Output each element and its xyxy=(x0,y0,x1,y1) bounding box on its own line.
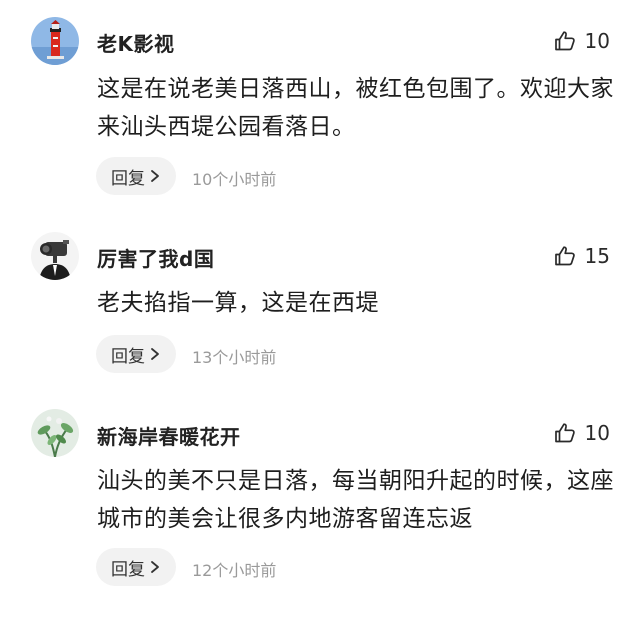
thumbs-up-icon xyxy=(554,31,575,51)
reply-label: 回复 xyxy=(111,168,145,189)
like-button[interactable]: 10 xyxy=(553,28,610,54)
avatar[interactable] xyxy=(31,17,79,65)
chevron-right-icon xyxy=(151,348,159,360)
reply-label: 回复 xyxy=(111,559,145,580)
timestamp: 13个小时前 xyxy=(192,348,277,367)
username[interactable]: 新海岸春暖花开 xyxy=(97,421,241,450)
thumbs-up-icon xyxy=(554,423,575,443)
thumbs-up-icon xyxy=(554,246,575,266)
avatar[interactable] xyxy=(31,409,79,457)
camera-head-avatar-icon xyxy=(31,232,79,280)
comment-text: 汕头的美不只是日落，每当朝阳升起的时候，这座城市的美会让很多内地游客留连忘返 xyxy=(97,468,614,532)
like-count: 15 xyxy=(584,244,610,268)
chevron-right-icon xyxy=(151,561,159,573)
avatar[interactable] xyxy=(31,232,79,280)
reply-button[interactable]: 回复 xyxy=(96,548,176,586)
chevron-right-icon xyxy=(151,170,159,182)
username[interactable]: 老K影视 xyxy=(97,28,175,57)
like-count: 10 xyxy=(584,421,610,445)
reply-button[interactable]: 回复 xyxy=(96,335,176,373)
comment-text: 这是在说老美日落西山，被红色包围了。欢迎大家来汕头西堤公园看落日。 xyxy=(97,76,614,140)
timestamp: 10个小时前 xyxy=(192,170,277,189)
like-button[interactable]: 10 xyxy=(553,420,610,446)
timestamp: 12个小时前 xyxy=(192,561,277,580)
lighthouse-avatar-icon xyxy=(31,17,79,65)
reply-button[interactable]: 回复 xyxy=(96,157,176,195)
plant-avatar-icon xyxy=(31,409,79,457)
reply-label: 回复 xyxy=(111,346,145,367)
comment-text: 老夫掐指一算，这是在西堤 xyxy=(97,290,379,316)
username[interactable]: 厉害了我d国 xyxy=(97,243,214,272)
like-button[interactable]: 15 xyxy=(553,243,610,269)
like-count: 10 xyxy=(584,29,610,53)
